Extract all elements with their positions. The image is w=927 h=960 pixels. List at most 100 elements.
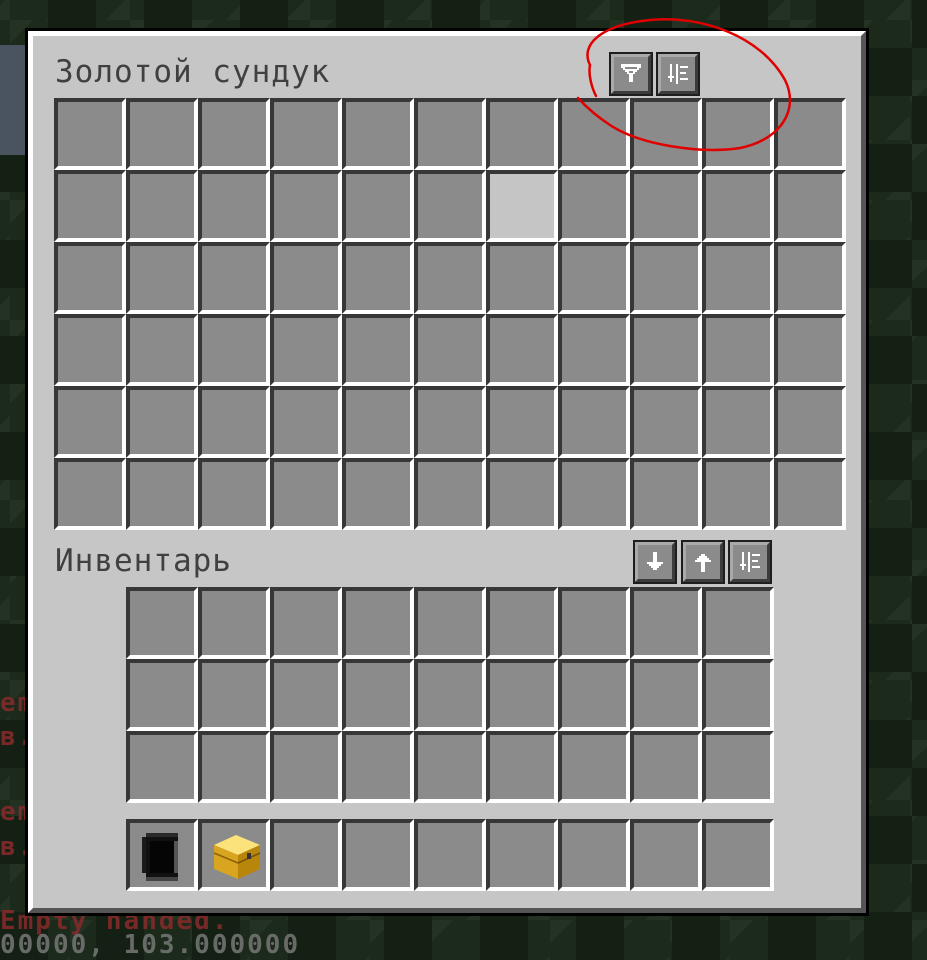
inventory-slot[interactable] [486,587,558,659]
inventory-slot[interactable] [558,731,630,803]
inventory-slot[interactable] [198,731,270,803]
inventory-slot[interactable] [630,587,702,659]
chest-slot[interactable] [630,170,702,242]
chest-slot[interactable] [270,98,342,170]
chest-slot[interactable] [486,242,558,314]
chest-slot[interactable] [342,98,414,170]
chest-slot[interactable] [558,170,630,242]
inventory-slot[interactable] [558,587,630,659]
chest-slot[interactable] [774,458,846,530]
chest-slot[interactable] [630,458,702,530]
inventory-slot[interactable] [342,731,414,803]
inventory-slot[interactable] [702,731,774,803]
chest-slot[interactable] [126,458,198,530]
chest-slot[interactable] [774,386,846,458]
chest-slot[interactable] [126,314,198,386]
chest-slot[interactable] [270,170,342,242]
inventory-slot[interactable] [342,659,414,731]
inventory-slot[interactable] [126,659,198,731]
chest-slot[interactable] [630,386,702,458]
inventory-slot[interactable] [198,587,270,659]
chest-slot[interactable] [486,386,558,458]
filter-button[interactable] [609,52,653,96]
chest-slot[interactable] [558,386,630,458]
chest-slot[interactable] [54,98,126,170]
hotbar-slot[interactable] [702,819,774,891]
hotbar-slot[interactable] [270,819,342,891]
chest-slot[interactable] [54,170,126,242]
chest-slot[interactable] [702,314,774,386]
chest-slot[interactable] [414,242,486,314]
chest-slot[interactable] [342,386,414,458]
chest-slot[interactable] [414,458,486,530]
inventory-slot[interactable] [486,731,558,803]
hotbar-slot[interactable] [342,819,414,891]
inventory-slot[interactable] [270,659,342,731]
chest-slot[interactable] [630,98,702,170]
chest-slot[interactable] [342,314,414,386]
chest-slot[interactable] [126,170,198,242]
chest-slot[interactable] [702,386,774,458]
inventory-slot[interactable] [126,587,198,659]
hotbar-slot[interactable] [198,819,270,891]
chest-slot[interactable] [54,386,126,458]
withdraw-button[interactable] [681,540,725,584]
chest-slot[interactable] [270,458,342,530]
chest-slot[interactable] [558,242,630,314]
chest-slot[interactable] [198,314,270,386]
chest-slot[interactable] [270,242,342,314]
chest-slot[interactable] [558,98,630,170]
chest-sort-button[interactable] [656,52,700,96]
chest-slot[interactable] [126,386,198,458]
chest-slot[interactable] [486,98,558,170]
chest-slot[interactable] [342,242,414,314]
chest-slot[interactable] [630,242,702,314]
hotbar-slot[interactable] [558,819,630,891]
inventory-sort-button[interactable] [728,540,772,584]
chest-slot[interactable] [702,242,774,314]
inventory-slot[interactable] [270,731,342,803]
chest-slot[interactable] [702,98,774,170]
chest-slot[interactable] [486,170,558,242]
chest-slot[interactable] [702,170,774,242]
inventory-slot[interactable] [270,587,342,659]
chest-slot[interactable] [54,314,126,386]
inventory-slot[interactable] [342,587,414,659]
chest-slot[interactable] [414,314,486,386]
chest-slot[interactable] [414,98,486,170]
chest-slot[interactable] [774,98,846,170]
hotbar-slot[interactable] [126,819,198,891]
chest-slot[interactable] [702,458,774,530]
chest-slot[interactable] [198,458,270,530]
inventory-slot[interactable] [558,659,630,731]
inventory-slot[interactable] [702,659,774,731]
chest-slot[interactable] [414,170,486,242]
chest-slot[interactable] [774,242,846,314]
chest-slot[interactable] [270,314,342,386]
inventory-slot[interactable] [414,587,486,659]
chest-slot[interactable] [126,98,198,170]
chest-slot[interactable] [198,98,270,170]
inventory-slot[interactable] [198,659,270,731]
inventory-slot[interactable] [414,731,486,803]
inventory-slot[interactable] [126,731,198,803]
hotbar-slot[interactable] [414,819,486,891]
chest-slot[interactable] [774,314,846,386]
chest-slot[interactable] [414,386,486,458]
chest-slot[interactable] [54,242,126,314]
hotbar-slot[interactable] [630,819,702,891]
chest-slot[interactable] [774,170,846,242]
chest-slot[interactable] [342,458,414,530]
chest-slot[interactable] [270,386,342,458]
chest-slot[interactable] [486,314,558,386]
chest-slot[interactable] [630,314,702,386]
inventory-slot[interactable] [486,659,558,731]
inventory-slot[interactable] [702,587,774,659]
chest-slot[interactable] [198,170,270,242]
chest-slot[interactable] [342,170,414,242]
hotbar-slot[interactable] [486,819,558,891]
chest-slot[interactable] [558,314,630,386]
chest-slot[interactable] [558,458,630,530]
chest-slot[interactable] [198,386,270,458]
chest-slot[interactable] [54,458,126,530]
